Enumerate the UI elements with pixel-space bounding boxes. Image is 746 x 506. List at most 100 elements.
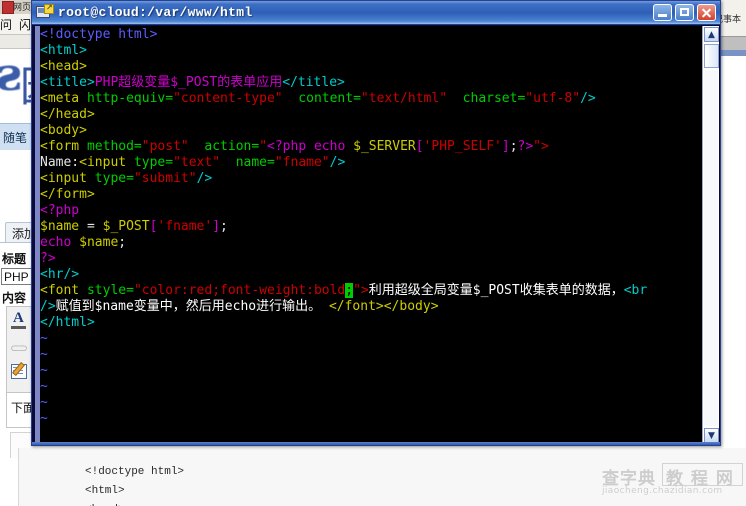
maximize-button[interactable] (675, 4, 694, 21)
code-token: "color:red;font-weight:bold (133, 283, 346, 298)
code-line: ~ (40, 411, 702, 427)
code-token: http-equiv= (86, 91, 174, 106)
code-token: <html> (40, 43, 87, 58)
code-token: ; (220, 219, 228, 234)
post-content-label: 内容 (2, 291, 27, 305)
code-token: </form> (40, 187, 95, 202)
code-token: style= (86, 283, 134, 298)
code-token: <form (40, 139, 87, 154)
code-line: />赋值到$name变量中，然后用echo进行输出。 </font></body… (40, 299, 702, 315)
terminal-window-title: root@cloud:/var/www/html (58, 5, 253, 20)
code-token: <input (40, 171, 95, 186)
code-token: <?php (267, 139, 307, 154)
code-line: ~ (40, 347, 702, 363)
browser-menu-bar[interactable]: 问 闪存 (0, 14, 34, 49)
terminal-title-bar[interactable]: ↗ root@cloud:/var/www/html (32, 1, 720, 25)
code-token: <title> (40, 75, 95, 90)
code-token: = (79, 219, 103, 234)
code-token: </html> (40, 315, 95, 330)
code-token: "utf-8" (525, 91, 581, 106)
code-token: /> (580, 91, 596, 106)
code-line: echo $name; (40, 235, 702, 251)
scrollbar-down-arrow-icon[interactable]: ▼ (704, 428, 719, 443)
link-icon[interactable]: ⊂⊃ (10, 338, 30, 358)
vim-code-area[interactable]: <!doctype html> <html> <head> <title>PHP超级变… (40, 26, 702, 444)
code-line: $name = $_POST['fname']; (40, 219, 702, 235)
post-title-input[interactable]: PHP (1, 268, 33, 285)
code-token: echo (306, 139, 354, 154)
code-token: content= (298, 91, 361, 106)
code-token: ~ (40, 347, 48, 362)
code-token: <head> (40, 59, 87, 74)
font-color-icon-letter: A (13, 310, 24, 326)
code-line: <!doctype html> (40, 27, 702, 43)
code-token: ~ (40, 363, 48, 378)
scrollbar-up-arrow-icon[interactable]: ▲ (704, 27, 719, 42)
code-token: ] (501, 139, 510, 154)
code-line: <meta http-equiv="content-type" content=… (40, 91, 702, 107)
code-token: action= (204, 139, 260, 154)
post-title-label: 标题 (2, 252, 27, 266)
code-line: Name:<input type="text" name="fname"/> (40, 155, 702, 171)
code-token: </head> (40, 107, 95, 122)
code-token: </font> (328, 299, 384, 314)
code-token: 'fname' (157, 219, 213, 234)
code-line: ~ (40, 395, 702, 411)
code-line: <font style="color:red;font-weight:bold;… (40, 283, 702, 299)
edit-page-icon[interactable] (10, 362, 30, 382)
code-line: </form> (40, 187, 702, 203)
code-token: <font (40, 283, 87, 298)
code-token: <meta (40, 91, 87, 106)
code-token: PHP超级变量$_POST的表单应用 (94, 75, 283, 90)
close-button[interactable] (697, 4, 716, 21)
vim-cursor: ; (345, 283, 354, 298)
shortcut-badge-icon: ↗ (44, 3, 54, 14)
code-token: ] (212, 219, 221, 234)
code-token: <body> (40, 123, 87, 138)
terminal-body[interactable]: <!doctype html> <html> <head> <title>PHP超级变… (35, 26, 719, 444)
code-line: ?> (40, 251, 702, 267)
preview-line-1: <html> (85, 485, 125, 497)
code-token: <input (79, 155, 134, 170)
code-token: echo (40, 235, 80, 250)
scrollbar-track[interactable] (704, 70, 718, 426)
code-token: "> (353, 283, 369, 298)
site-logo: ƨ 园 (0, 49, 34, 123)
code-token: /> (196, 171, 213, 186)
browser-tab-strip[interactable]: 网页教学 (0, 0, 34, 14)
maximize-icon (680, 8, 689, 16)
menu-item-0[interactable]: 问 (0, 16, 12, 33)
code-token: " (259, 139, 268, 154)
font-color-icon[interactable]: A (10, 310, 30, 330)
nav-item-essays[interactable]: 随笔 (3, 129, 27, 146)
code-token: </body> (383, 299, 439, 314)
code-token: $_SERVER (353, 139, 416, 154)
scrollbar-thumb[interactable] (704, 44, 719, 68)
code-token: ; (509, 139, 518, 154)
terminal-shortcut-icon: ↗ (36, 3, 54, 21)
browser-toolbar[interactable] (0, 35, 34, 49)
code-token: ~ (40, 331, 48, 346)
code-line: </head> (40, 107, 702, 123)
code-token: "text" (173, 155, 221, 170)
scrollbar-down-glyph: ▼ (708, 431, 715, 441)
terminal-scrollbar[interactable]: ▲ ▼ (702, 26, 719, 444)
tab-separator (0, 242, 34, 243)
minimize-button[interactable] (653, 4, 672, 21)
code-token: charset= (462, 91, 526, 106)
code-token: 'PHP_SELF' (423, 139, 502, 154)
code-token: ?> (517, 139, 534, 154)
code-token: "content-type" (173, 91, 283, 106)
code-line: <?php (40, 203, 702, 219)
scrollbar-up-glyph: ▲ (708, 30, 715, 40)
code-line: <input type="submit"/> (40, 171, 702, 187)
site-nav-bar[interactable]: 随笔 (0, 123, 34, 151)
terminal-window[interactable]: ↗ root@cloud:/var/www/html <!doctype htm… (31, 0, 721, 446)
code-token: <hr/> (40, 267, 80, 282)
code-line: ~ (40, 363, 702, 379)
code-token: ~ (40, 395, 48, 410)
code-token: type= (133, 155, 174, 170)
